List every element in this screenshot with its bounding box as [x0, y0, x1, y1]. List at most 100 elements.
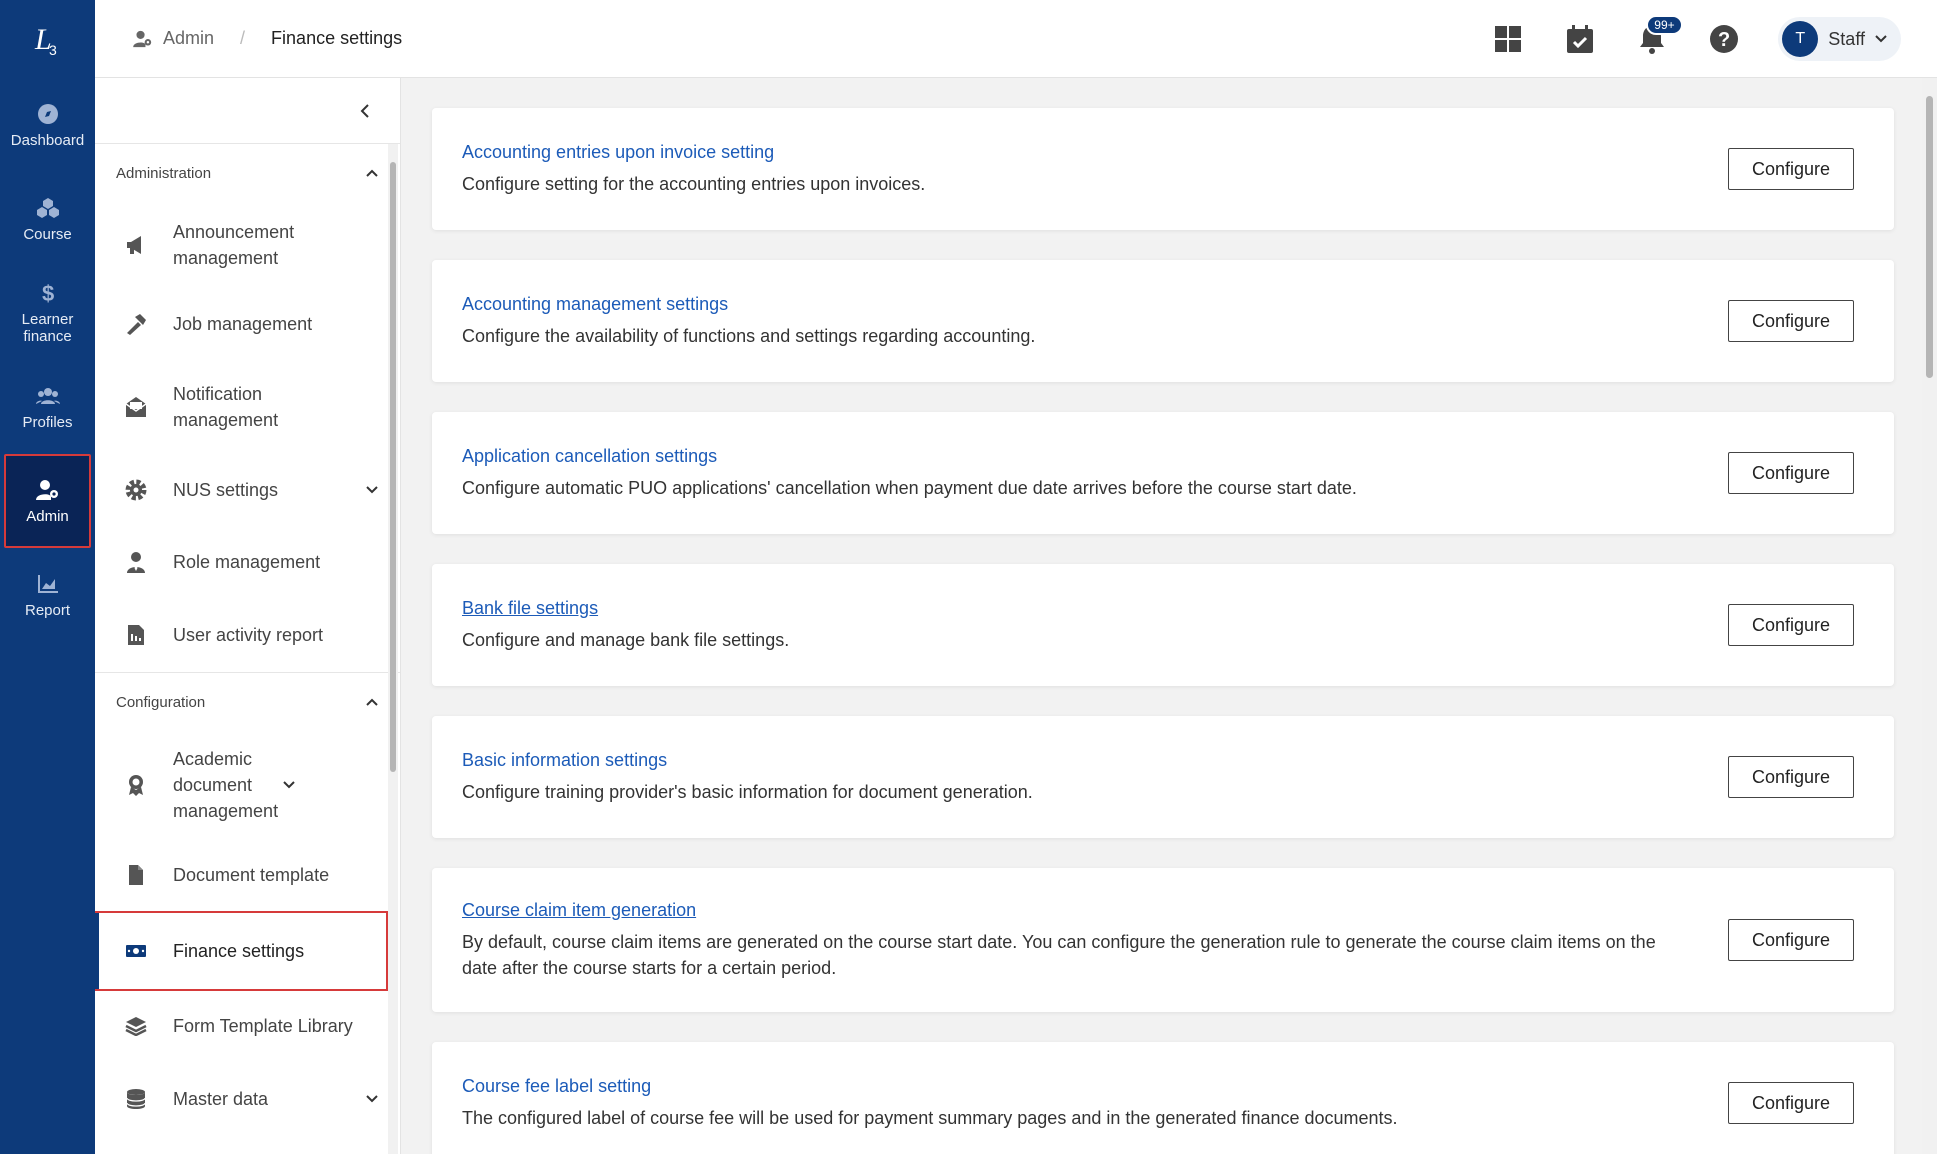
- nav-item-academic-document-management[interactable]: Academic document management: [95, 731, 400, 839]
- card-title-link[interactable]: Accounting management settings: [462, 294, 1035, 315]
- envelope-open-icon: [125, 396, 147, 418]
- section-header-administration[interactable]: Administration: [95, 144, 400, 202]
- dollar-icon: $: [42, 281, 54, 305]
- chevron-down-icon: [366, 1095, 378, 1103]
- card-title-link[interactable]: Course claim item generation: [462, 900, 1692, 921]
- user-tie-icon: [125, 551, 147, 573]
- rail-label: Profiles: [22, 413, 73, 431]
- top-bar: Admin / Finance settings 99+ ? T Staff: [95, 0, 1937, 78]
- app-logo[interactable]: L 3: [0, 0, 95, 78]
- rail-item-report[interactable]: Report: [0, 548, 95, 642]
- avatar: T: [1782, 21, 1819, 57]
- card-text: Basic information settings Configure tra…: [462, 750, 1033, 805]
- svg-text:$: $: [42, 281, 54, 305]
- database-icon: [125, 1088, 147, 1110]
- configure-button[interactable]: Configure: [1728, 1082, 1854, 1124]
- nav-label: Job management: [173, 314, 313, 334]
- help-button[interactable]: ?: [1706, 21, 1742, 57]
- users-icon: [35, 387, 60, 404]
- card-description: By default, course claim items are gener…: [462, 931, 1656, 978]
- rail-item-learner-finance[interactable]: $ Learner finance: [0, 266, 95, 360]
- card-description: Configure and manage bank file settings.: [462, 629, 790, 650]
- header-actions: 99+ ? T Staff: [1490, 0, 1901, 78]
- card-text: Application cancellation settings Config…: [462, 446, 1357, 501]
- nav-item-nus-settings[interactable]: NUS settings: [95, 454, 400, 526]
- card-title-link[interactable]: Application cancellation settings: [462, 446, 1357, 467]
- apps-grid-button[interactable]: [1490, 21, 1526, 57]
- money-bill-icon: [125, 940, 147, 962]
- configure-button[interactable]: Configure: [1728, 148, 1854, 190]
- nav-item-role-management[interactable]: Role management: [95, 526, 400, 598]
- nav-label: User activity report: [173, 625, 324, 645]
- settings-card: Application cancellation settings Config…: [432, 412, 1894, 534]
- user-menu[interactable]: T Staff: [1778, 17, 1901, 61]
- configure-button[interactable]: Configure: [1728, 919, 1854, 961]
- nav-item-user-activity-report[interactable]: User activity report: [95, 598, 400, 672]
- section-title: Administration: [116, 164, 212, 182]
- primary-rail: L 3 Dashboard Course $ Learner finance P…: [0, 0, 95, 1154]
- help-icon: ?: [1710, 25, 1739, 53]
- nav-label: Master data: [173, 1089, 269, 1109]
- sidebar-scrollbar[interactable]: [388, 144, 398, 1154]
- nav-label: Form Template Library: [173, 1016, 353, 1036]
- user-cog-icon: [133, 30, 152, 47]
- scrollbar-thumb[interactable]: [1926, 96, 1933, 378]
- calendar-button[interactable]: [1562, 21, 1598, 57]
- nav-label: NUS settings: [173, 480, 279, 500]
- breadcrumb-separator: /: [240, 28, 246, 48]
- rail-label: Report: [24, 601, 71, 619]
- card-title-link[interactable]: Course fee label setting: [462, 1076, 1398, 1097]
- nav-item-form-template-library[interactable]: Form Template Library: [95, 991, 400, 1061]
- compass-icon: [37, 103, 58, 124]
- chevron-up-icon: [366, 698, 378, 706]
- configure-button[interactable]: Configure: [1728, 756, 1854, 798]
- card-text: Bank file settings Configure and manage …: [462, 598, 789, 653]
- page-scrollbar[interactable]: [1922, 78, 1937, 1154]
- collapse-row: [95, 78, 400, 144]
- rail-item-dashboard[interactable]: Dashboard: [0, 78, 95, 172]
- nav-item-job-management[interactable]: Job management: [95, 288, 400, 360]
- rail-item-admin[interactable]: Admin: [4, 454, 91, 548]
- notification-badge: 99+: [1646, 15, 1683, 35]
- nav-item-document-template[interactable]: Document template: [95, 839, 400, 911]
- rail-label: Dashboard: [10, 131, 85, 149]
- gear-icon: [125, 479, 147, 501]
- nav-item-notification-management[interactable]: Notification management: [95, 360, 400, 454]
- settings-list: Accounting entries upon invoice setting …: [402, 78, 1922, 1154]
- rail-label: Course: [23, 225, 72, 243]
- file-icon: [125, 864, 147, 886]
- section-header-configuration[interactable]: Configuration: [95, 673, 400, 731]
- card-text: Accounting entries upon invoice setting …: [462, 142, 925, 197]
- card-text: Accounting management settings Configure…: [462, 294, 1035, 349]
- notifications-button[interactable]: 99+: [1634, 15, 1683, 57]
- card-text: Course claim item generation By default,…: [462, 900, 1692, 981]
- card-description: The configured label of course fee will …: [462, 1107, 1398, 1128]
- nav-item-announcement-management[interactable]: Announcement management: [95, 202, 400, 288]
- user-label: Staff: [1828, 28, 1865, 49]
- cubes-icon: [36, 197, 59, 218]
- secondary-sidebar: Administration Announcement management J…: [95, 78, 401, 1154]
- scrollbar-thumb[interactable]: [390, 162, 396, 772]
- settings-card: Accounting entries upon invoice setting …: [432, 108, 1894, 230]
- settings-card: Accounting management settings Configure…: [432, 260, 1894, 382]
- user-cog-icon: [35, 479, 58, 500]
- rail-item-profiles[interactable]: Profiles: [0, 360, 95, 454]
- card-title-link[interactable]: Basic information settings: [462, 750, 1033, 771]
- rail-item-course[interactable]: Course: [0, 172, 95, 266]
- card-title-link[interactable]: Accounting entries upon invoice setting: [462, 142, 925, 163]
- configure-button[interactable]: Configure: [1728, 452, 1854, 494]
- nav-item-master-data[interactable]: Master data: [95, 1061, 400, 1137]
- card-text: Course fee label setting The configured …: [462, 1076, 1398, 1131]
- configure-button[interactable]: Configure: [1728, 300, 1854, 342]
- settings-card: Bank file settings Configure and manage …: [432, 564, 1894, 686]
- chevron-left-icon[interactable]: [360, 103, 370, 118]
- nav-item-finance-settings[interactable]: Finance settings: [95, 911, 388, 991]
- nav-label: Notification management: [173, 384, 279, 430]
- configure-button[interactable]: Configure: [1728, 604, 1854, 646]
- breadcrumb-admin[interactable]: Admin: [133, 28, 214, 49]
- card-title-link[interactable]: Bank file settings: [462, 598, 789, 619]
- megaphone-icon: [125, 234, 147, 256]
- nav-label: Document template: [173, 865, 330, 885]
- breadcrumb: Admin / Finance settings: [133, 28, 402, 49]
- card-description: Configure training provider's basic info…: [462, 781, 1033, 802]
